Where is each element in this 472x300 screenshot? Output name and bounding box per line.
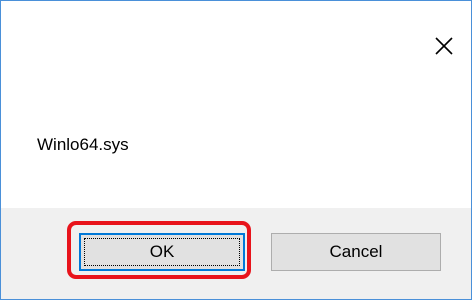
red-highlight-annotation xyxy=(67,221,251,279)
dialog-message: Winlo64.sys xyxy=(37,135,129,154)
message-dialog: Winlo64.sys OK Cancel xyxy=(0,0,472,300)
cancel-button-label: Cancel xyxy=(329,242,383,261)
close-icon xyxy=(435,37,453,55)
close-button[interactable] xyxy=(431,33,457,59)
cancel-button[interactable]: Cancel xyxy=(271,233,441,271)
dialog-content-area: Winlo64.sys xyxy=(1,1,471,208)
